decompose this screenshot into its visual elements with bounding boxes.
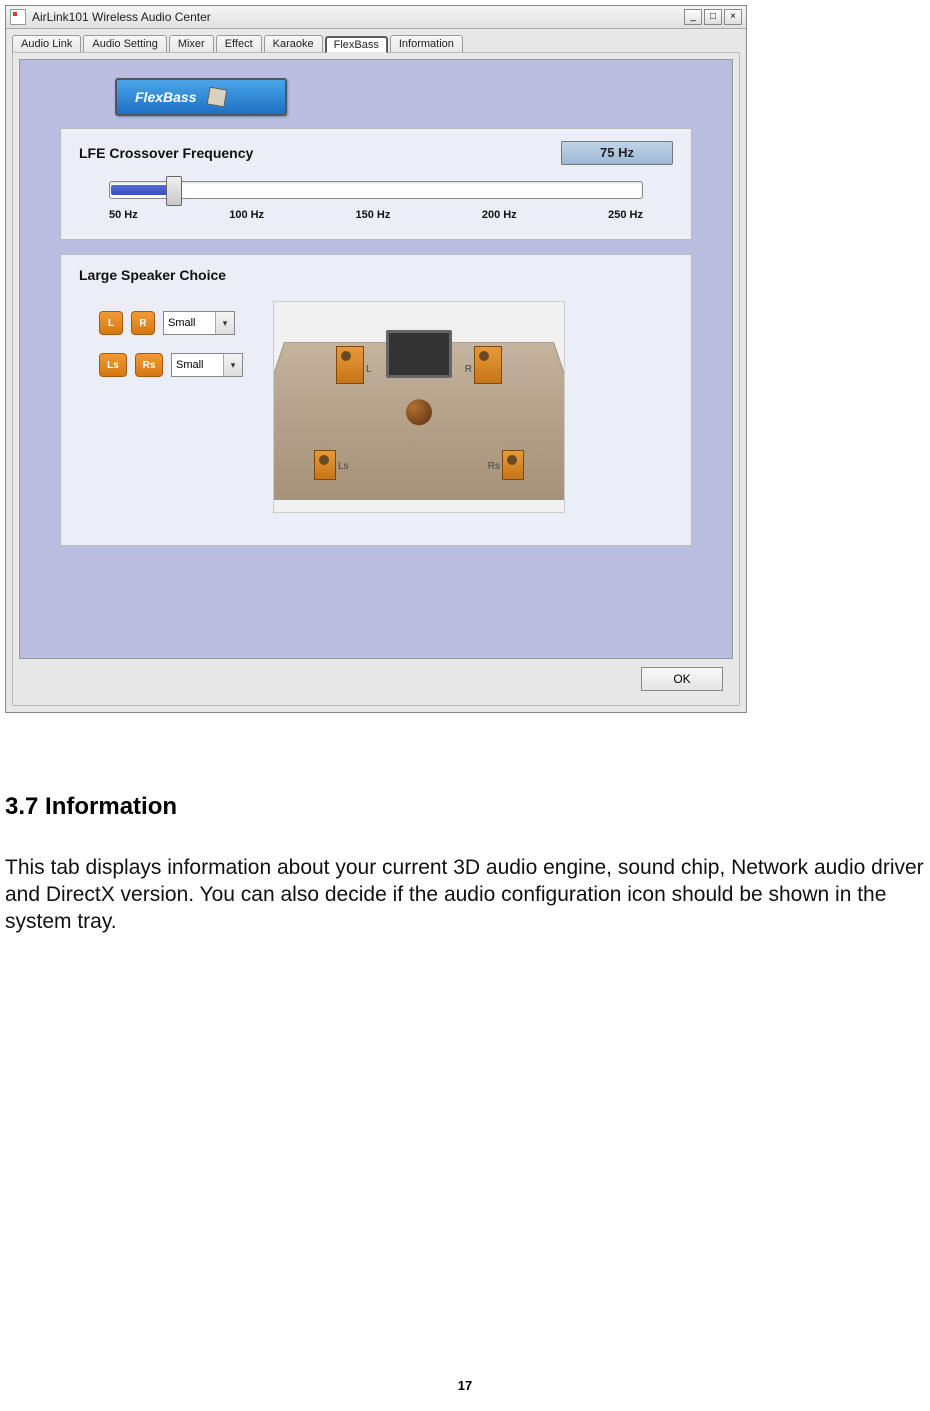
flexbass-panel: FlexBass LFE Crossover Frequency 75 Hz 5…	[19, 59, 733, 659]
page-number: 17	[0, 1378, 930, 1393]
listener-icon	[406, 399, 432, 425]
chip-rs-icon[interactable]: Rs	[135, 353, 163, 377]
speaker-row-surround: Ls Rs Small ▾	[99, 353, 243, 377]
room-label-rs: Rs	[488, 461, 500, 472]
tab-effect[interactable]: Effect	[216, 35, 262, 52]
speaker-rs-icon	[502, 450, 524, 480]
speaker-controls: L R Small ▾ Ls Rs Small	[79, 301, 243, 377]
tab-information[interactable]: Information	[390, 35, 463, 52]
chevron-down-icon: ▾	[215, 312, 234, 334]
front-size-select[interactable]: Small ▾	[163, 311, 235, 335]
room-label-ls: Ls	[338, 461, 349, 472]
chip-ls-icon[interactable]: Ls	[99, 353, 127, 377]
maximize-button[interactable]: □	[704, 9, 722, 25]
lfe-slider[interactable]	[109, 181, 643, 199]
speaker-box-icon	[207, 87, 228, 108]
minimize-button[interactable]: _	[684, 9, 702, 25]
room-label-r: R	[465, 364, 472, 375]
front-size-value: Small	[168, 317, 196, 329]
surround-size-select[interactable]: Small ▾	[171, 353, 243, 377]
lfe-slider-thumb[interactable]	[166, 176, 182, 206]
room-label-l: L	[366, 364, 372, 375]
tab-mixer[interactable]: Mixer	[169, 35, 214, 52]
chevron-down-icon: ▾	[223, 354, 242, 376]
tv-icon	[386, 330, 452, 378]
tab-karaoke[interactable]: Karaoke	[264, 35, 323, 52]
tick-100: 100 Hz	[229, 209, 264, 221]
titlebar[interactable]: AirLink101 Wireless Audio Center _ □ ×	[6, 6, 746, 29]
speaker-r-icon	[474, 346, 502, 384]
lfe-panel: LFE Crossover Frequency 75 Hz 50 Hz 100 …	[60, 128, 692, 240]
section-heading: 3.7 Information	[5, 793, 925, 821]
speaker-row-front: L R Small ▾	[99, 311, 243, 335]
document-section: 3.7 Information This tab displays inform…	[5, 793, 925, 936]
speaker-l-icon	[336, 346, 364, 384]
tab-audio-setting[interactable]: Audio Setting	[83, 35, 166, 52]
window-title: AirLink101 Wireless Audio Center	[32, 10, 211, 24]
tick-200: 200 Hz	[482, 209, 517, 221]
app-window: AirLink101 Wireless Audio Center _ □ × A…	[5, 5, 747, 713]
lfe-value-display: 75 Hz	[561, 141, 673, 165]
lfe-title: LFE Crossover Frequency	[79, 145, 253, 161]
close-button[interactable]: ×	[724, 9, 742, 25]
chip-r-icon[interactable]: R	[131, 311, 155, 335]
tab-audio-link[interactable]: Audio Link	[12, 35, 81, 52]
flexbass-banner: FlexBass	[115, 78, 287, 116]
tab-flexbass[interactable]: FlexBass	[325, 36, 388, 53]
flexbass-banner-label: FlexBass	[135, 89, 196, 105]
ok-button[interactable]: OK	[641, 667, 723, 691]
room-diagram: L R Ls Rs	[273, 301, 565, 513]
tick-250: 250 Hz	[608, 209, 643, 221]
tab-bar: Audio Link Audio Setting Mixer Effect Ka…	[6, 29, 746, 52]
section-paragraph: This tab displays information about your…	[5, 855, 925, 936]
chip-l-icon[interactable]: L	[99, 311, 123, 335]
surround-size-value: Small	[176, 359, 204, 371]
lfe-ticks: 50 Hz 100 Hz 150 Hz 200 Hz 250 Hz	[109, 209, 643, 221]
app-logo-icon	[10, 9, 26, 25]
speaker-panel: Large Speaker Choice L R Small ▾ Ls	[60, 254, 692, 546]
tab-content: FlexBass LFE Crossover Frequency 75 Hz 5…	[12, 52, 740, 706]
tick-150: 150 Hz	[356, 209, 391, 221]
speaker-title: Large Speaker Choice	[79, 267, 673, 283]
speaker-ls-icon	[314, 450, 336, 480]
tick-50: 50 Hz	[109, 209, 138, 221]
